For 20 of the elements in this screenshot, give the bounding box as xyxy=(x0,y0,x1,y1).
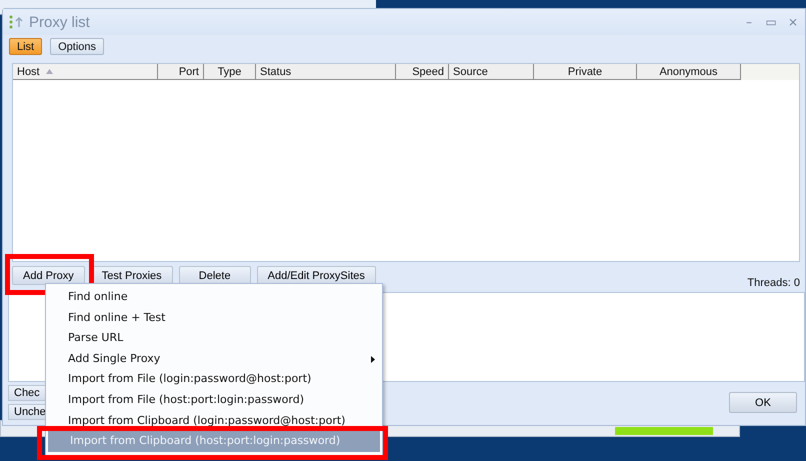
column-header[interactable]: Status xyxy=(256,64,396,80)
column-header[interactable]: Speed xyxy=(396,64,449,80)
action-button[interactable]: Add Proxy xyxy=(12,266,85,285)
column-header[interactable]: Type xyxy=(204,64,256,80)
column-header[interactable]: Port xyxy=(158,64,204,80)
sort-icon xyxy=(46,69,53,74)
column-header[interactable]: Source xyxy=(449,64,534,80)
tab[interactable]: List xyxy=(9,38,42,55)
list-icon xyxy=(9,15,25,29)
menu-item[interactable]: Parse URL xyxy=(46,328,382,349)
ok-button[interactable]: OK xyxy=(729,392,797,413)
column-header[interactable]: Private xyxy=(534,64,637,80)
menu-item[interactable]: Find online + Test xyxy=(46,308,382,328)
threads-count: Threads: 0 xyxy=(747,277,800,289)
menu-item[interactable]: Find online xyxy=(46,287,382,308)
tab[interactable]: Options xyxy=(50,38,104,55)
window-title: Proxy list xyxy=(29,14,90,30)
menu-item[interactable]: Add Single Proxy xyxy=(46,348,382,370)
column-header[interactable]: Anonymous xyxy=(637,64,741,80)
column-header[interactable]: Host xyxy=(13,64,158,80)
